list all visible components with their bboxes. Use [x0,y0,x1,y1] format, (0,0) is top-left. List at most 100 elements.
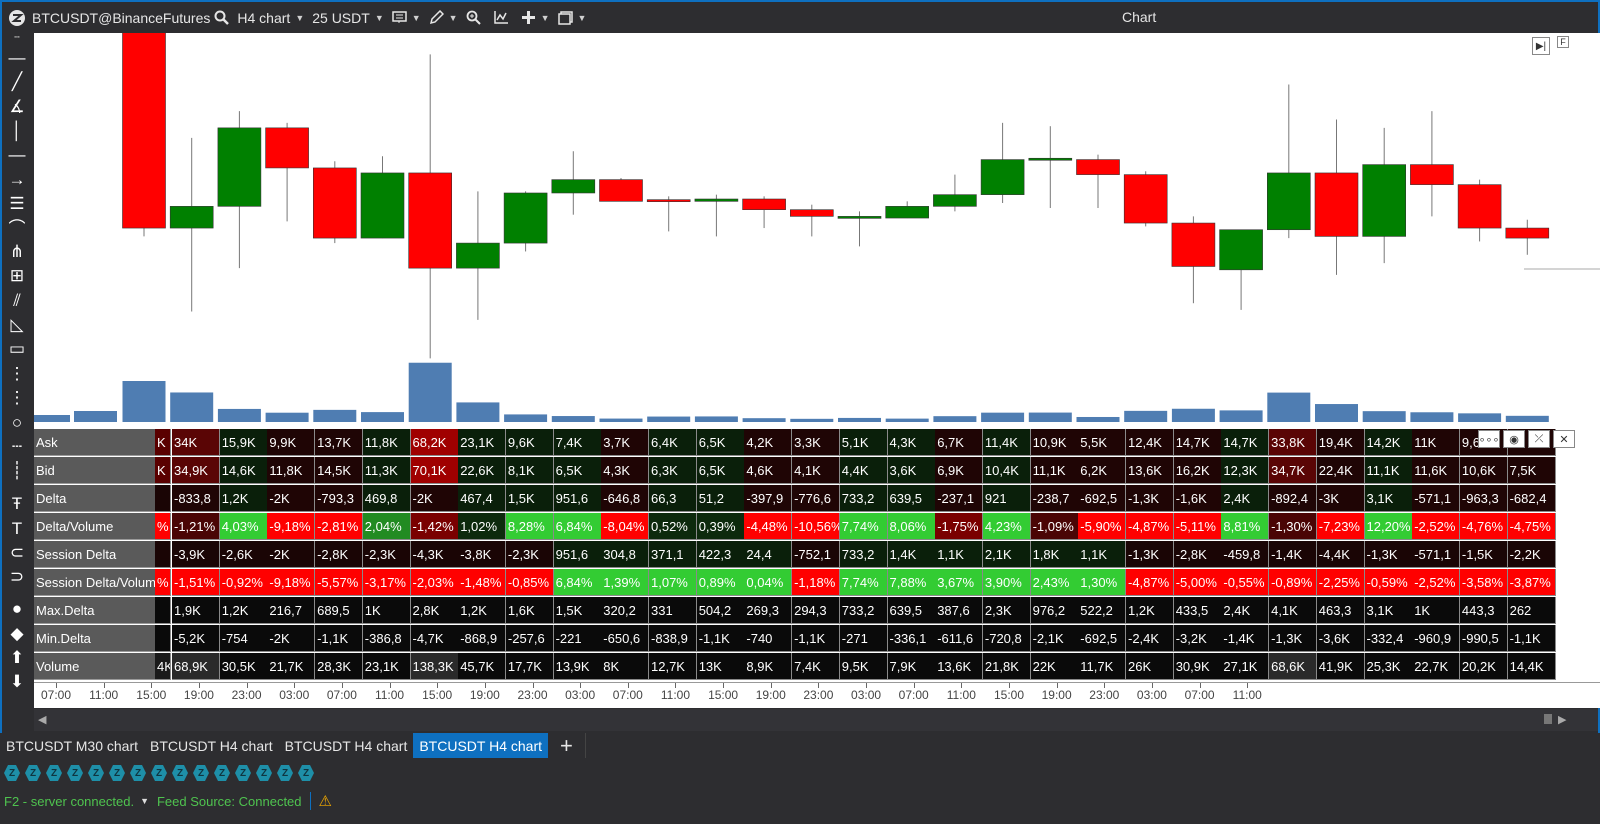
candle[interactable] [837,211,882,247]
scroll-right-icon[interactable]: ▶ [1558,713,1566,726]
workspace-logo-icon[interactable]: Z [235,765,251,781]
chevron-down-icon[interactable]: ▼ [140,796,149,806]
candle[interactable] [217,111,262,269]
dotted-line-icon[interactable]: ┄ [6,436,28,456]
fibonacci-icon[interactable]: ☰ [6,193,28,213]
text-icon[interactable]: T [6,518,28,538]
symbol-label[interactable]: BTCUSDT@BinanceFutures [32,2,210,33]
template-button[interactable]: ▼ [391,2,429,33]
add-tab-button[interactable]: + [548,733,586,758]
circle-icon[interactable]: ● [6,598,28,618]
workspace-logo-icon[interactable]: Z [130,765,146,781]
scroll-left-icon[interactable]: ◀ [38,713,46,726]
price-chart[interactable]: ▶| F [34,33,1600,428]
warning-icon[interactable]: ⚠ [319,792,332,810]
candle[interactable] [742,196,786,229]
candle[interactable] [933,174,977,212]
chart-type-dropdown[interactable]: H4 chart ▼ [237,2,312,33]
f-button[interactable]: F [1557,36,1569,48]
candle[interactable] [1076,154,1120,209]
channel-icon[interactable]: ⫽ [6,290,28,310]
candle[interactable] [789,204,834,237]
workspace-logo-icon[interactable]: Z [277,765,293,781]
candle[interactable] [503,191,548,252]
text-lock-icon[interactable]: Ŧ [6,493,28,513]
rectangle-icon[interactable]: ▭ [6,338,28,358]
tab-chart-4[interactable]: BTCUSDT H4 chart [413,733,549,758]
server-status[interactable]: F2 - server connected. [4,794,134,809]
more-icon[interactable]: ∘∘∘ [1478,430,1500,448]
ellipse-icon[interactable]: ○ [6,412,28,432]
drawing-button[interactable]: ▼ [429,2,466,33]
candle[interactable] [694,194,739,237]
zoom-button[interactable] [466,2,481,33]
candle[interactable] [1505,219,1550,255]
candle[interactable] [1267,84,1311,239]
price-tag-icon[interactable]: ⊃ [6,566,28,586]
pitchfork-icon[interactable]: ⋔ [6,241,28,261]
workspace-logo-icon[interactable]: Z [172,765,188,781]
workspace-logo-icon[interactable]: Z [151,765,167,781]
candle[interactable] [1362,127,1406,264]
app-logo-icon[interactable] [8,2,26,33]
candle[interactable] [265,122,309,222]
workspace-logo-icon[interactable]: Z [67,765,83,781]
candle[interactable] [551,151,596,215]
candle[interactable] [599,177,643,202]
crosshair-button[interactable]: ▼ [521,2,558,33]
window-button[interactable]: ▼ [557,2,595,33]
ray-icon[interactable]: — [6,144,28,164]
horizontal-line-icon[interactable]: — [6,47,28,67]
time-axis[interactable]: 07:00 11:00 15:00 19:00 23:00 03:00 07:00 11:00… [34,682,1600,708]
tab-chart-3[interactable]: BTCUSDT H4 chart [279,733,414,758]
candle[interactable] [1410,111,1454,217]
diamond-icon[interactable]: ◆ [6,623,28,643]
candle[interactable] [980,122,1025,204]
arrow-down-icon[interactable]: ⬇ [6,671,28,691]
candle[interactable] [312,161,357,244]
workspace-logo-icon[interactable]: Z [298,765,314,781]
levels-alt-icon[interactable]: ⋮ [6,387,28,407]
eye-icon[interactable]: ◉ [1503,430,1525,448]
workspace-logo-icon[interactable]: Z [214,765,230,781]
collapse-icon[interactable]: ⤫ [1528,430,1550,448]
close-icon[interactable]: ✕ [1553,430,1575,448]
candle[interactable] [1028,126,1073,209]
dotted-vertical-icon[interactable]: ┊ [6,460,28,480]
search-icon[interactable] [214,2,230,33]
grip-icon[interactable]: ┅ [6,32,28,41]
candle[interactable] [360,156,405,239]
tab-chart-1[interactable]: BTCUSDT M30 chart [0,733,144,758]
candle[interactable] [646,196,691,232]
levels-icon[interactable]: ⋮ [6,363,28,383]
indicator-button[interactable] [493,2,509,33]
curve-icon[interactable]: ⌒ [6,218,28,238]
workspace-logo-icon[interactable]: Z [256,765,272,781]
triangle-icon[interactable]: ◺ [6,314,28,334]
candle[interactable] [885,201,930,219]
scroll-thumb[interactable] [1544,714,1552,724]
horizontal-scrollbar[interactable]: ◀ ▶ [34,709,1598,731]
candle[interactable] [169,137,214,312]
tab-chart-2[interactable]: BTCUSDT H4 chart [144,733,279,758]
label-icon[interactable]: ⊂ [6,542,28,562]
candle[interactable] [1314,119,1359,275]
arrow-icon[interactable]: → [6,169,28,189]
scroll-to-end-button[interactable]: ▶| [1532,37,1550,55]
candlestick-chart[interactable] [34,33,1600,428]
tick-size-dropdown[interactable]: 25 USDT ▼ [312,2,392,33]
ruler-icon[interactable]: ⊞ [6,265,28,285]
workspace-logo-icon[interactable]: Z [193,765,209,781]
workspace-logo-icon[interactable]: Z [88,765,104,781]
workspace-logo-icon[interactable]: Z [4,765,20,781]
candle[interactable] [1457,179,1502,242]
candle[interactable] [456,191,500,320]
candle[interactable] [1171,216,1216,304]
arrow-up-icon[interactable]: ⬆ [6,647,28,667]
angle-icon[interactable]: ∡ [6,96,28,116]
workspace-logo-icon[interactable]: Z [46,765,62,781]
candle[interactable] [1123,171,1168,227]
vertical-line-icon[interactable]: │ [6,120,28,140]
workspace-logo-icon[interactable]: Z [109,765,125,781]
candle[interactable] [1219,229,1263,310]
